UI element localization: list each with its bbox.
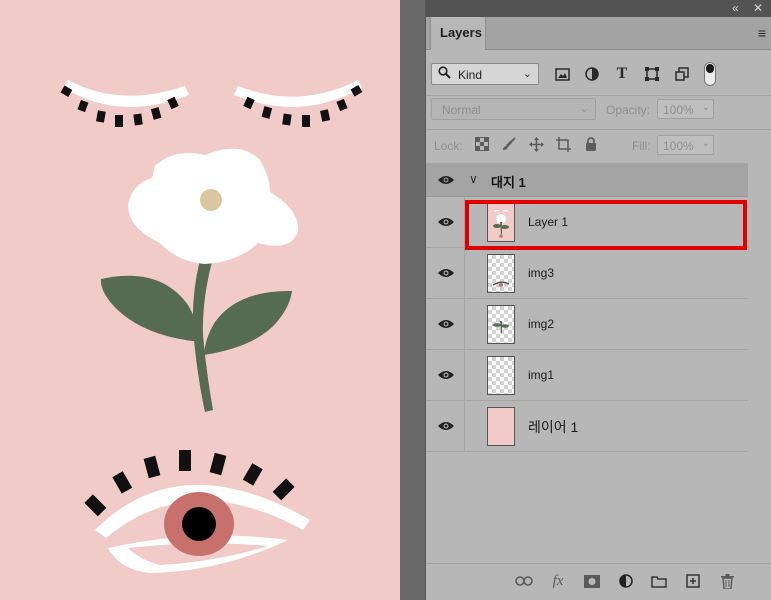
panel-title-strip: « ✕ (426, 0, 771, 17)
filter-toggle-switch[interactable] (704, 62, 716, 86)
eye-icon[interactable] (438, 175, 454, 185)
filter-kind-select[interactable]: Kind ⌄ (431, 63, 539, 85)
layer-name: img2 (528, 317, 555, 331)
blend-mode-value: Normal (442, 103, 481, 117)
smart-object-icon[interactable] (672, 64, 692, 84)
layer-thumbnail (487, 356, 515, 395)
chevron-down-icon: ⌄ (701, 102, 710, 113)
adjustment-layer-icon[interactable] (615, 572, 637, 590)
workspace-gutter (400, 0, 425, 600)
checkerboard-icon[interactable] (475, 137, 489, 154)
layer-group-row[interactable]: ∨ 대지 1 (426, 163, 748, 197)
layer-row-img2[interactable]: img2 (426, 299, 748, 350)
layer-row-img3[interactable]: img3 (426, 248, 748, 299)
half-circle-icon[interactable] (582, 64, 602, 84)
filter-kind-label: Kind (458, 68, 483, 82)
artboard-icon[interactable] (556, 137, 571, 155)
opacity-value: 100% (663, 103, 694, 117)
link-icon[interactable] (513, 572, 535, 590)
layer-thumbnail (487, 407, 515, 446)
layer-row-background[interactable]: 레이어 1 (426, 401, 748, 452)
row-divider (464, 299, 465, 350)
fill-label: Fill: (632, 139, 651, 153)
open-eye-illustration (84, 450, 310, 573)
type-t-icon[interactable]: T (612, 64, 632, 84)
double-chevron-left-icon[interactable]: « (732, 1, 739, 15)
layer-row-img1[interactable]: img1 (426, 350, 748, 401)
image-icon[interactable] (552, 64, 572, 84)
move-icon[interactable] (529, 137, 544, 155)
closed-eye-right-illustration (234, 80, 363, 127)
tab-layers[interactable]: Layers (430, 17, 486, 50)
tab-layers-label: Layers (440, 25, 482, 40)
fill-value: 100% (663, 139, 694, 153)
chevron-down-icon: ⌄ (701, 138, 710, 149)
layers-panel: « ✕ Layers ≡ Kind ⌄ T Normal ⌄ Opacity: … (425, 0, 771, 600)
chevron-down-icon: ⌄ (579, 103, 589, 115)
lock-row: Lock: Fill: 100% ⌄ (426, 129, 771, 161)
close-icon[interactable]: ✕ (753, 1, 763, 15)
lock-icon[interactable] (585, 137, 597, 154)
fill-field[interactable]: 100% ⌄ (657, 135, 714, 155)
panel-tab-bar: Layers ≡ (426, 17, 771, 50)
document-canvas[interactable] (0, 0, 400, 600)
layer-name: img3 (528, 266, 555, 280)
eye-icon[interactable] (438, 319, 454, 329)
search-icon (438, 66, 451, 82)
layers-footer-toolbar: fx (426, 563, 771, 600)
new-layer-icon[interactable] (682, 572, 704, 590)
trash-icon[interactable] (716, 572, 738, 590)
row-divider (464, 350, 465, 401)
layer-name: 레이어 1 (528, 419, 579, 435)
brush-icon[interactable] (502, 137, 516, 154)
eye-icon[interactable] (438, 268, 454, 278)
layer-thumbnail (487, 254, 515, 293)
blend-row: Normal ⌄ Opacity: 100% ⌄ (426, 96, 771, 126)
selection-highlight-box (465, 200, 747, 250)
folder-icon[interactable] (648, 572, 670, 590)
closed-eye-left-illustration (60, 80, 189, 127)
eye-icon[interactable] (438, 217, 454, 227)
row-divider (464, 401, 465, 452)
mask-icon[interactable] (581, 572, 603, 590)
row-divider (464, 248, 465, 299)
flower-illustration (100, 148, 299, 412)
layer-thumbnail (487, 305, 515, 344)
group-name: 대지 1 (491, 175, 526, 190)
eye-icon[interactable] (438, 421, 454, 431)
layer-name: img1 (528, 368, 555, 382)
chevron-down-icon: ⌄ (522, 68, 532, 80)
eye-icon[interactable] (438, 370, 454, 380)
lock-label: Lock: (434, 139, 463, 153)
hamburger-menu-icon[interactable]: ≡ (758, 25, 766, 41)
layers-scrollbar[interactable] (748, 163, 771, 563)
layer-filter-row: Kind ⌄ T (426, 50, 771, 96)
shape-icon[interactable] (642, 64, 662, 84)
blend-mode-select[interactable]: Normal ⌄ (431, 98, 596, 120)
opacity-field[interactable]: 100% ⌄ (657, 99, 714, 119)
opacity-label: Opacity: (606, 103, 651, 117)
fx-icon[interactable]: fx (547, 572, 569, 590)
chevron-down-icon[interactable]: ∨ (469, 172, 478, 186)
